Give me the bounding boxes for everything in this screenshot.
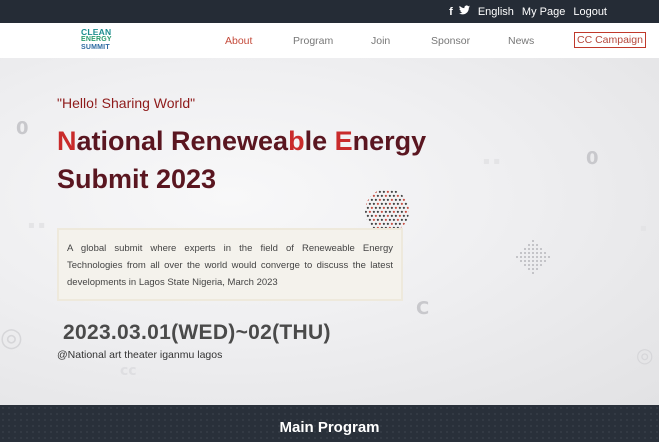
hero-title: National Reneweable Energy Submit 2023: [57, 122, 457, 198]
diamond-dot-pattern-icon: [516, 240, 550, 274]
hero-title-part: E: [334, 126, 353, 156]
decorative-ring-icon: ◎: [636, 343, 654, 367]
section-title: Main Program: [279, 419, 380, 436]
event-venue: @National art theater iganmu lagos: [57, 349, 223, 361]
decorative-c-icon: cc: [120, 363, 137, 379]
hero-description: A global submit where experts in the fie…: [67, 243, 393, 288]
hero-description-box: A global submit where experts in the fie…: [57, 228, 403, 301]
logout-link[interactable]: Logout: [573, 6, 607, 18]
twitter-icon[interactable]: [458, 5, 470, 18]
nav-menu: About Program Join Sponsor News CC Campa…: [0, 32, 659, 49]
nav-item-news[interactable]: News: [508, 35, 534, 47]
hero-title-part: b: [288, 126, 305, 156]
social-links: f: [449, 5, 470, 18]
hero-title-part: le: [304, 126, 335, 156]
decorative-dots-icon: ▪ ▪: [28, 220, 46, 231]
english-link[interactable]: English: [478, 6, 514, 18]
decorative-ring-icon: ◎: [0, 323, 23, 353]
decorative-dots-icon: ▪ ▪: [483, 156, 501, 167]
main-program-section: Main Program: [0, 405, 659, 442]
nav-item-join[interactable]: Join: [371, 35, 390, 47]
decorative-zero-icon: 0: [586, 148, 599, 169]
decorative-c-icon: C: [416, 298, 430, 319]
nav-item-program[interactable]: Program: [293, 35, 333, 47]
event-date: 2023.03.01(WED)~02(THU): [63, 321, 331, 344]
nav-item-cc-campaign[interactable]: CC Campaign: [574, 32, 646, 48]
decorative-dots-icon: ▪: [640, 223, 647, 234]
my-page-link[interactable]: My Page: [522, 6, 565, 18]
facebook-icon[interactable]: f: [449, 6, 453, 18]
hero-title-part: N: [57, 126, 77, 156]
main-navbar: CLEAN ENERGY SUMMIT About Program Join S…: [0, 23, 659, 58]
top-bar: f English My Page Logout: [0, 0, 659, 23]
hero-title-part: ational Renewea: [76, 126, 289, 156]
nav-item-about[interactable]: About: [225, 35, 252, 47]
decorative-zero-icon: 0: [16, 118, 29, 139]
hero-banner: 0 0 C ◎ ◎ ▪ ▪ ▪ ▪ ▪ cc "Hello! Sharing W…: [0, 58, 659, 405]
nav-item-sponsor[interactable]: Sponsor: [431, 35, 470, 47]
hero-tagline: "Hello! Sharing World": [57, 95, 196, 111]
top-links: f English My Page Logout: [449, 5, 607, 18]
